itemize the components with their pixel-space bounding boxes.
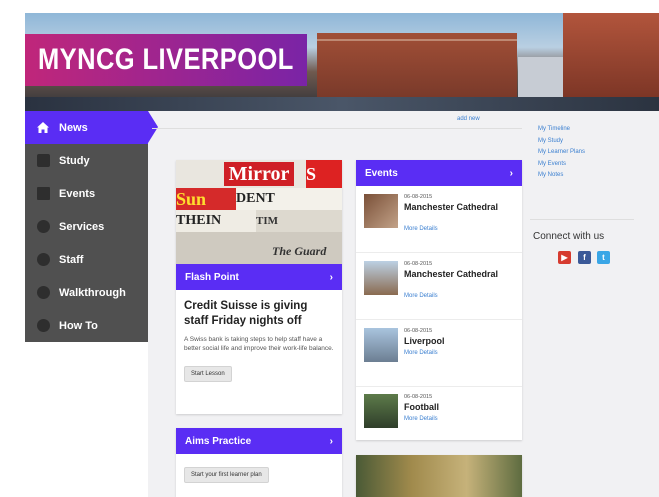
event-item[interactable]: 06-08-2015 Manchester Cathedral More Det… [356, 186, 522, 253]
article-blurb: A Swiss bank is taking steps to help sta… [184, 336, 334, 352]
walkthrough-icon [36, 286, 50, 300]
chevron-right-icon: › [509, 167, 513, 179]
event-thumbnail [364, 394, 398, 428]
article-headline[interactable]: Credit Suisse is giving staff Friday nig… [184, 299, 334, 329]
nav-item-label: Walkthrough [59, 286, 126, 299]
start-learner-plan-button[interactable]: Start your first learner plan [184, 467, 269, 483]
chevron-right-icon: › [329, 435, 333, 447]
event-item[interactable]: 06-08-2015 Manchester Cathedral More Det… [356, 253, 522, 320]
nav-item-services[interactable]: Services [25, 210, 148, 243]
add-new-link[interactable]: add new [457, 116, 480, 122]
events-card: Events › 06-08-2015 Manchester Cathedral… [356, 160, 522, 440]
nav-item-events[interactable]: Events [25, 177, 148, 210]
waterfront-image [25, 97, 659, 111]
nav-item-label: Services [59, 220, 105, 233]
site-logo-text: MYNCG LIVERPOOL [38, 43, 294, 76]
more-details-link[interactable]: More Details [404, 350, 438, 356]
flash-point-card: Mirror S Sun DENT THEIN TIM The Guard Fl… [176, 160, 342, 414]
facebook-icon[interactable]: f [578, 251, 591, 264]
newspapers-image: Mirror S Sun DENT THEIN TIM The Guard [176, 160, 342, 264]
aims-practice-bar[interactable]: Aims Practice › [176, 428, 342, 454]
events-title: Events [365, 167, 398, 179]
start-lesson-button[interactable]: Start Lesson [184, 366, 232, 382]
event-thumbnail [364, 194, 398, 228]
event-item[interactable]: 06-08-2015 Liverpool More Details [356, 320, 522, 387]
my-learner-plans-link[interactable]: My Learner Plans [538, 147, 585, 159]
featured-image[interactable] [356, 455, 522, 497]
nav-item-label: Events [59, 187, 96, 200]
flash-point-bar[interactable]: Flash Point › [176, 264, 342, 290]
divider [530, 219, 634, 220]
events-bar[interactable]: Events › [356, 160, 522, 186]
building-image [317, 33, 517, 97]
nav-list: News Study Events Services Staff Walkthr… [25, 111, 158, 342]
my-events-link[interactable]: My Events [538, 159, 585, 171]
newspaper-strip: S [306, 160, 342, 188]
site-logo[interactable]: MYNCG LIVERPOOL [25, 34, 307, 86]
building-image-small [518, 57, 563, 97]
twitter-icon[interactable]: t [597, 251, 610, 264]
quick-links: My Timeline My Study My Learner Plans My… [538, 124, 585, 182]
my-notes-link[interactable]: My Notes [538, 170, 585, 182]
event-date: 06-08-2015 [404, 394, 433, 400]
my-timeline-link[interactable]: My Timeline [538, 124, 585, 136]
event-date: 06-08-2015 [404, 261, 433, 267]
newspaper-strip: Sun [176, 188, 236, 210]
newspaper-strip: Mirror [224, 162, 294, 186]
building-image-right [563, 13, 659, 97]
nav-item-news[interactable]: News [25, 111, 158, 144]
howto-icon [36, 319, 50, 333]
more-details-link[interactable]: More Details [404, 416, 438, 422]
nav-item-label: How To [59, 319, 98, 332]
nav-item-study[interactable]: Study [25, 144, 148, 177]
more-details-link[interactable]: More Details [404, 226, 438, 232]
staff-icon [36, 253, 50, 267]
sidebar-nav: News Study Events Services Staff Walkthr… [25, 111, 158, 497]
study-icon [36, 154, 50, 168]
event-title: Liverpool [404, 336, 445, 346]
nav-item-walkthrough[interactable]: Walkthrough [25, 276, 148, 309]
divider [152, 128, 522, 129]
newspaper-strip: The Guard [272, 244, 327, 258]
aims-practice-title: Aims Practice [185, 435, 252, 447]
nav-item-howto[interactable]: How To [25, 309, 148, 342]
nav-item-staff[interactable]: Staff [25, 243, 148, 276]
nav-item-label: Study [59, 154, 90, 167]
services-icon [36, 220, 50, 234]
newspaper-strip: TIM [256, 210, 342, 232]
chevron-right-icon: › [329, 271, 333, 283]
nav-item-label: News [59, 121, 88, 134]
event-thumbnail [364, 261, 398, 295]
home-icon [36, 121, 50, 135]
event-title: Football [404, 402, 439, 412]
event-title: Manchester Cathedral [404, 202, 499, 212]
event-date: 06-08-2015 [404, 194, 433, 200]
newspaper-strip: THEIN [176, 210, 256, 232]
nav-item-label: Staff [59, 253, 84, 266]
flash-point-title: Flash Point [185, 271, 239, 283]
my-study-link[interactable]: My Study [538, 136, 585, 148]
newspaper-strip: DENT [236, 188, 342, 210]
youtube-icon[interactable]: ▶ [558, 251, 571, 264]
event-item[interactable]: 06-08-2015 Football More Details [356, 386, 522, 452]
event-thumbnail [364, 328, 398, 362]
event-title: Manchester Cathedral [404, 269, 499, 279]
more-details-link[interactable]: More Details [404, 293, 438, 299]
aims-practice-card: Aims Practice › Start your first learner… [176, 428, 342, 497]
connect-heading: Connect with us [533, 231, 605, 242]
event-date: 06-08-2015 [404, 328, 433, 334]
events-icon [36, 187, 50, 201]
header-banner: MYNCG LIVERPOOL [25, 13, 659, 111]
